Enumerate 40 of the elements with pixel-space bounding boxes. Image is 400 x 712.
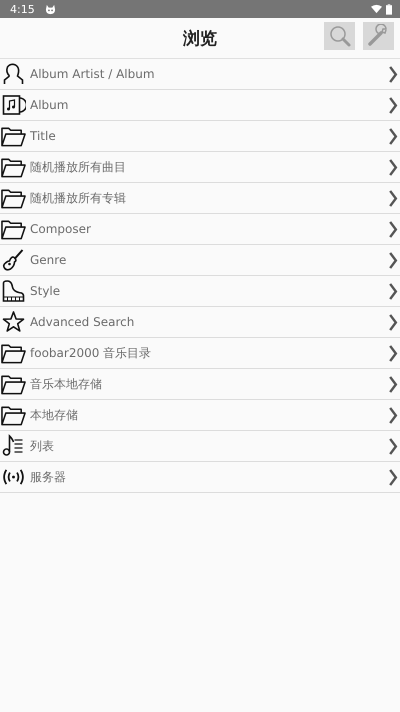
chevron-icon <box>388 314 398 330</box>
music-album-icon <box>1 93 26 117</box>
list-item[interactable]: foobar2000 音乐目录 <box>0 338 400 369</box>
chevron-icon <box>388 158 398 176</box>
person-icon <box>1 62 26 86</box>
chevron-icon <box>388 376 398 392</box>
page-title: 浏览 <box>183 28 217 50</box>
chevron-icon <box>388 282 398 300</box>
cat-icon <box>44 4 56 14</box>
list-item[interactable]: 列表 <box>0 431 400 462</box>
chevron-icon <box>388 438 398 454</box>
list-item[interactable]: Composer <box>0 214 400 245</box>
chevron-icon <box>388 468 398 486</box>
piano-icon <box>1 279 26 303</box>
chevron-icon <box>388 66 398 82</box>
star-icon <box>1 310 26 334</box>
list-item[interactable]: Genre <box>0 245 400 276</box>
list-item[interactable]: Style <box>0 276 400 307</box>
chevron-icon <box>388 406 398 424</box>
list-item[interactable]: 本地存储 <box>0 400 400 431</box>
list-item[interactable]: Album <box>0 90 400 121</box>
clock-time: 4:15 <box>10 2 35 16</box>
list-item[interactable]: 随机播放所有专辑 <box>0 183 400 214</box>
chevron-icon <box>388 190 398 206</box>
list-item[interactable]: 音乐本地存储 <box>0 369 400 400</box>
chevron-icon <box>388 128 398 144</box>
search-button[interactable] <box>324 22 355 50</box>
wifi-icon <box>371 4 382 14</box>
chevron-icon <box>388 96 398 114</box>
battery-icon <box>386 4 392 14</box>
list-item[interactable]: Album Artist / Album <box>0 59 400 90</box>
chevron-icon <box>388 220 398 238</box>
list-item[interactable]: 服务器 <box>0 462 400 493</box>
list-item[interactable]: 随机播放所有曲目 <box>0 152 400 183</box>
settings-button[interactable] <box>363 22 394 50</box>
guitar-icon <box>1 248 26 272</box>
chevron-icon <box>388 344 398 362</box>
list-item[interactable]: Advanced Search <box>0 307 400 338</box>
list-item[interactable]: Title <box>0 121 400 152</box>
chevron-icon <box>388 252 398 268</box>
